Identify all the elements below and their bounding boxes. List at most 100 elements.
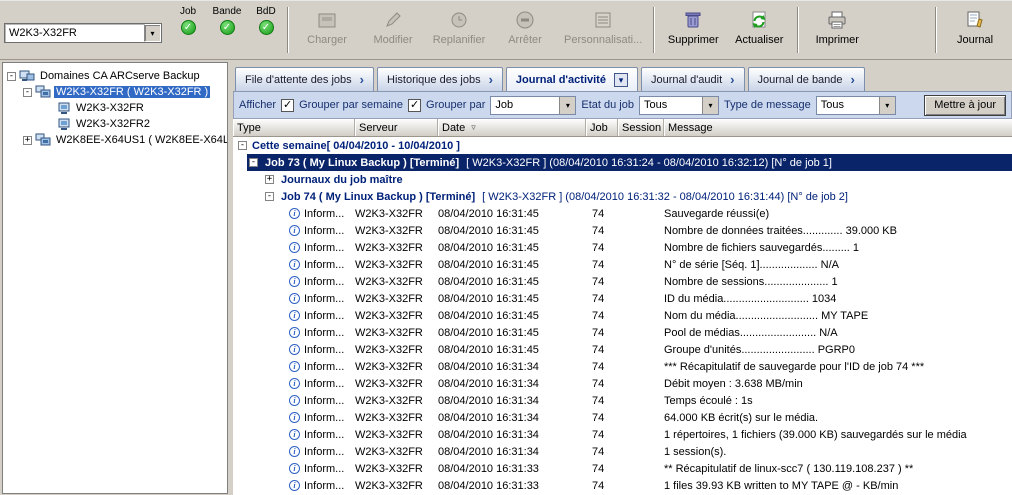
log-row[interactable]: Inform...W2K3-X32FR08/04/2010 16:31:3474… bbox=[233, 358, 1012, 375]
sort-descending-icon bbox=[471, 122, 476, 133]
info-icon bbox=[289, 225, 300, 236]
tab-bar: File d'attente des jobs Historique des j… bbox=[233, 62, 1012, 92]
job-74-row[interactable]: Job 74 ( My Linux Backup ) [Terminé] [ W… bbox=[233, 188, 1012, 205]
info-icon bbox=[289, 276, 300, 287]
tab-tape-log[interactable]: Journal de bande bbox=[748, 67, 865, 91]
chevron-down-icon[interactable] bbox=[879, 97, 895, 114]
info-icon bbox=[289, 259, 300, 270]
selected-row-highlight: Job 73 ( My Linux Backup ) [Terminé] [ W… bbox=[247, 154, 1012, 171]
column-header-server[interactable]: Serveur bbox=[355, 119, 438, 136]
column-header-job[interactable]: Job bbox=[586, 119, 618, 136]
tree-node-member-server[interactable]: W2K3-X32FR bbox=[3, 100, 227, 116]
delete-button[interactable]: Supprimer bbox=[660, 3, 726, 57]
modify-button-label: Modifier bbox=[373, 34, 412, 46]
column-header-session[interactable]: Session bbox=[618, 119, 664, 136]
collapse-icon[interactable] bbox=[238, 141, 247, 150]
server-selector[interactable]: W2K3-X32FR bbox=[4, 23, 162, 43]
tab-job-queue[interactable]: File d'attente des jobs bbox=[235, 67, 374, 91]
log-message-cell: Groupe d'unités........................ … bbox=[664, 341, 1012, 358]
chevron-down-icon[interactable] bbox=[702, 97, 718, 114]
toolbar-separator bbox=[653, 7, 655, 53]
message-type-select[interactable]: Tous bbox=[816, 96, 896, 115]
refresh-button[interactable]: Actualiser bbox=[726, 3, 792, 57]
show-label: Afficher bbox=[239, 99, 276, 111]
tree-node-primary-server[interactable]: W2K3-X32FR ( W2K3-X32FR ) bbox=[3, 84, 227, 100]
chevron-down-icon[interactable] bbox=[144, 24, 161, 42]
log-row[interactable]: Inform...W2K3-X32FR08/04/2010 16:31:4574… bbox=[233, 222, 1012, 239]
log-date-cell: 08/04/2010 16:31:45 bbox=[438, 307, 586, 324]
tree-node-member-server[interactable]: W2K3-X32FR2 bbox=[3, 116, 227, 132]
log-row[interactable]: Inform...W2K3-X32FR08/04/2010 16:31:4574… bbox=[233, 256, 1012, 273]
log-row[interactable]: Inform...W2K3-X32FR08/04/2010 16:31:4574… bbox=[233, 239, 1012, 256]
info-icon bbox=[289, 293, 300, 304]
job-73-row[interactable]: Job 73 ( My Linux Backup ) [Terminé] [ W… bbox=[233, 154, 1012, 171]
group-by-value: Job bbox=[491, 99, 559, 111]
log-type-cell: Inform... bbox=[233, 256, 355, 273]
log-type-cell: Inform... bbox=[233, 307, 355, 324]
chevron-down-icon[interactable] bbox=[559, 97, 575, 114]
tab-label: Historique des jobs bbox=[387, 74, 481, 86]
stop-button[interactable]: Arrêter bbox=[492, 3, 558, 57]
log-row[interactable]: Inform...W2K3-X32FR08/04/2010 16:31:3374… bbox=[233, 477, 1012, 494]
column-label: Type bbox=[237, 122, 261, 134]
chevron-down-icon[interactable] bbox=[614, 73, 628, 87]
group-by-checkbox[interactable] bbox=[408, 99, 421, 112]
stop-button-label: Arrêter bbox=[508, 34, 542, 46]
expand-icon[interactable] bbox=[23, 136, 32, 145]
log-row[interactable]: Inform...W2K3-X32FR08/04/2010 16:31:4574… bbox=[233, 341, 1012, 358]
log-row[interactable]: Inform...W2K3-X32FR08/04/2010 16:31:3474… bbox=[233, 409, 1012, 426]
log-row[interactable]: Inform...W2K3-X32FR08/04/2010 16:31:3374… bbox=[233, 460, 1012, 477]
print-button[interactable]: Imprimer bbox=[804, 3, 870, 57]
log-row[interactable]: Inform...W2K3-X32FR08/04/2010 16:31:3474… bbox=[233, 443, 1012, 460]
toolbar-separator bbox=[797, 7, 799, 53]
log-row[interactable]: Inform...W2K3-X32FR08/04/2010 16:31:4574… bbox=[233, 324, 1012, 341]
log-row[interactable]: Inform...W2K3-X32FR08/04/2010 16:31:4574… bbox=[233, 290, 1012, 307]
group-by-select[interactable]: Job bbox=[490, 96, 576, 115]
collapse-icon[interactable] bbox=[265, 192, 274, 201]
group-by-week-checkbox[interactable] bbox=[281, 99, 294, 112]
tree-node-secondary-server[interactable]: W2K8EE-X64US1 ( W2K8EE-X64L bbox=[3, 132, 227, 148]
log-type-cell: Inform... bbox=[233, 443, 355, 460]
tab-audit-log[interactable]: Journal d'audit bbox=[641, 67, 745, 91]
info-icon bbox=[289, 446, 300, 457]
log-row[interactable]: Inform...W2K3-X32FR08/04/2010 16:31:3474… bbox=[233, 375, 1012, 392]
collapse-icon[interactable] bbox=[23, 88, 32, 97]
log-message-cell: 64.000 KB écrit(s) sur le média. bbox=[664, 409, 1012, 426]
column-header-message[interactable]: Message bbox=[664, 119, 1012, 136]
log-job-cell: 74 bbox=[586, 273, 618, 290]
update-button[interactable]: Mettre à jour bbox=[924, 95, 1006, 116]
column-header-type[interactable]: Type bbox=[233, 119, 355, 136]
log-row[interactable]: Inform...W2K3-X32FR08/04/2010 16:31:4574… bbox=[233, 307, 1012, 324]
column-header-date[interactable]: Date bbox=[438, 119, 586, 136]
tab-label: File d'attente des jobs bbox=[245, 74, 352, 86]
log-message-cell: Sauvegarde réussi(e) bbox=[664, 205, 1012, 222]
refresh-icon bbox=[747, 6, 771, 33]
load-button[interactable]: Charger bbox=[294, 3, 360, 57]
week-group-row[interactable]: Cette semaine[ 04/04/2010 - 10/04/2010 ] bbox=[233, 137, 1012, 154]
log-row[interactable]: Inform...W2K3-X32FR08/04/2010 16:31:3474… bbox=[233, 392, 1012, 409]
log-session-cell bbox=[618, 222, 664, 239]
tree-node-domains-root[interactable]: Domaines CA ARCserve Backup bbox=[3, 68, 227, 84]
tab-label: Journal d'activité bbox=[516, 74, 606, 86]
modify-button[interactable]: Modifier bbox=[360, 3, 426, 57]
tab-label: Journal de bande bbox=[758, 74, 843, 86]
log-row[interactable]: Inform...W2K3-X32FR08/04/2010 16:31:3474… bbox=[233, 426, 1012, 443]
master-job-logs-row[interactable]: Journaux du job maître bbox=[233, 171, 1012, 188]
log-job-cell: 74 bbox=[586, 290, 618, 307]
collapse-icon[interactable] bbox=[7, 72, 16, 81]
log-job-cell: 74 bbox=[586, 375, 618, 392]
journal-button[interactable]: Journal bbox=[942, 3, 1008, 57]
customize-button[interactable]: Personnalisati... bbox=[558, 3, 648, 57]
expand-icon[interactable] bbox=[265, 175, 274, 184]
log-type-cell: Inform... bbox=[233, 205, 355, 222]
tab-activity-log[interactable]: Journal d'activité bbox=[506, 67, 638, 91]
tab-job-history[interactable]: Historique des jobs bbox=[377, 67, 503, 91]
tree-node-label: W2K3-X32FR bbox=[74, 102, 146, 114]
collapse-icon[interactable] bbox=[249, 158, 258, 167]
job-state-select[interactable]: Tous bbox=[639, 96, 719, 115]
log-row[interactable]: Inform...W2K3-X32FR08/04/2010 16:31:4574… bbox=[233, 273, 1012, 290]
pencil-icon bbox=[381, 6, 405, 33]
log-row[interactable]: Inform...W2K3-X32FR08/04/2010 16:31:4574… bbox=[233, 205, 1012, 222]
reschedule-button[interactable]: Replanifier bbox=[426, 3, 492, 57]
log-job-cell: 74 bbox=[586, 392, 618, 409]
